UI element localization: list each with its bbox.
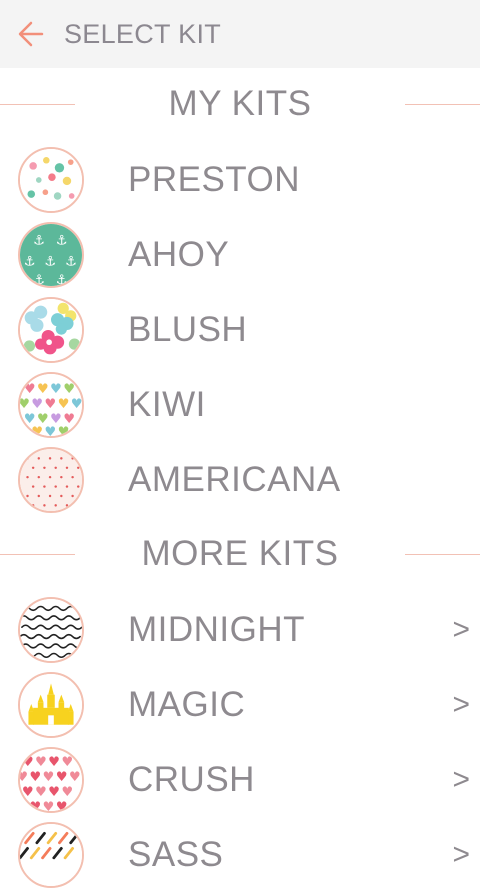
svg-text:♥: ♥ (35, 785, 47, 800)
svg-text:♥: ♥ (31, 397, 43, 412)
svg-text:♥: ♥ (63, 382, 75, 397)
kit-name: SASS (128, 834, 224, 874)
my-kits-section-header: MY KITS (0, 67, 480, 141)
chevron-right-icon: > (452, 687, 470, 721)
svg-text:♥: ♥ (44, 397, 56, 412)
kit-thumbnail (18, 822, 84, 888)
more-kits-title: MORE KITS (141, 534, 339, 573)
divider (405, 104, 480, 105)
svg-text:♥: ♥ (29, 800, 41, 811)
kit-thumbnail: ⚓ ⚓ ⚓ ⚓ ⚓ ⚓ ⚓ (18, 222, 84, 288)
kit-thumbnail (18, 447, 84, 513)
kit-item-preston[interactable]: PRESTON (0, 142, 480, 217)
svg-text:♥: ♥ (20, 397, 30, 412)
chevron-right-icon: > (452, 837, 470, 871)
svg-text:⚓: ⚓ (56, 273, 68, 286)
back-arrow-icon (18, 21, 44, 47)
svg-text:⚓: ⚓ (56, 234, 68, 249)
svg-text:♥: ♥ (22, 785, 34, 800)
divider (0, 104, 75, 105)
kit-item-midnight[interactable]: MIDNIGHT > (0, 592, 480, 667)
kit-thumbnail (18, 297, 84, 363)
kit-item-crush[interactable]: ♥♥♥♥ ♥♥♥♥♥ ♥♥♥♥ ♥♥♥ CRUSH > (0, 742, 480, 817)
my-kits-title: MY KITS (168, 84, 312, 123)
kit-name: PRESTON (128, 159, 301, 199)
svg-text:⚓: ⚓ (44, 254, 56, 269)
kit-name: AMERICANA (128, 459, 341, 499)
divider (405, 554, 480, 555)
svg-text:⚓: ⚓ (33, 234, 45, 249)
kit-name: CRUSH (128, 759, 255, 799)
kit-item-americana[interactable]: AMERICANA (0, 442, 480, 517)
kit-thumbnail (18, 147, 84, 213)
svg-text:♥: ♥ (69, 770, 81, 785)
svg-text:♥: ♥ (50, 382, 62, 397)
kit-item-kiwi[interactable]: ♥ ♥ ♥ ♥ ♥ ♥ ♥ ♥ ♥ ♥ ♥ ♥ ♥ ♥ ♥ ♥ KIWI (0, 367, 480, 442)
svg-text:♥: ♥ (37, 382, 49, 397)
svg-text:♥: ♥ (58, 425, 70, 436)
svg-text:♥: ♥ (56, 800, 68, 811)
back-button[interactable] (14, 17, 48, 51)
svg-text:♥: ♥ (43, 800, 55, 811)
svg-text:⚓: ⚓ (65, 254, 77, 269)
svg-text:♥: ♥ (48, 785, 60, 800)
app-header: SELECT KIT (0, 0, 480, 68)
kit-name: BLUSH (128, 309, 248, 349)
kit-thumbnail: ♥ ♥ ♥ ♥ ♥ ♥ ♥ ♥ ♥ ♥ ♥ ♥ ♥ ♥ ♥ ♥ (18, 372, 84, 438)
svg-text:♥: ♥ (61, 755, 73, 770)
kit-item-blush[interactable]: BLUSH (0, 292, 480, 367)
kit-item-magic[interactable]: MAGIC > (0, 667, 480, 742)
chevron-right-icon: > (452, 762, 470, 796)
svg-text:♥: ♥ (20, 770, 28, 785)
svg-text:♥: ♥ (48, 755, 60, 770)
kit-thumbnail (18, 597, 84, 663)
svg-text:⚓: ⚓ (24, 254, 36, 269)
svg-text:♥: ♥ (61, 785, 73, 800)
svg-text:♥: ♥ (44, 425, 56, 436)
kit-name: MAGIC (128, 684, 246, 724)
kit-item-sass[interactable]: SASS > (0, 817, 480, 892)
svg-text:♥: ♥ (58, 397, 70, 412)
svg-text:♥: ♥ (31, 425, 43, 436)
svg-text:⚓: ⚓ (33, 273, 45, 286)
chevron-right-icon: > (452, 612, 470, 646)
svg-text:♥: ♥ (24, 382, 36, 397)
svg-text:♥: ♥ (43, 770, 55, 785)
kit-item-ahoy[interactable]: ⚓ ⚓ ⚓ ⚓ ⚓ ⚓ ⚓ AHOY (0, 217, 480, 292)
page-title: SELECT KIT (64, 18, 222, 49)
kit-name: AHOY (128, 234, 230, 274)
kit-thumbnail (18, 672, 84, 738)
svg-text:♥: ♥ (29, 770, 41, 785)
svg-text:♥: ♥ (56, 770, 68, 785)
more-kits-section-header: MORE KITS (0, 517, 480, 591)
svg-text:♥: ♥ (22, 755, 34, 770)
svg-text:♥: ♥ (71, 397, 82, 412)
kit-name: KIWI (128, 384, 206, 424)
kit-name: MIDNIGHT (128, 609, 306, 649)
kit-thumbnail: ♥♥♥♥ ♥♥♥♥♥ ♥♥♥♥ ♥♥♥ (18, 747, 84, 813)
svg-text:♥: ♥ (35, 755, 47, 770)
divider (0, 554, 75, 555)
